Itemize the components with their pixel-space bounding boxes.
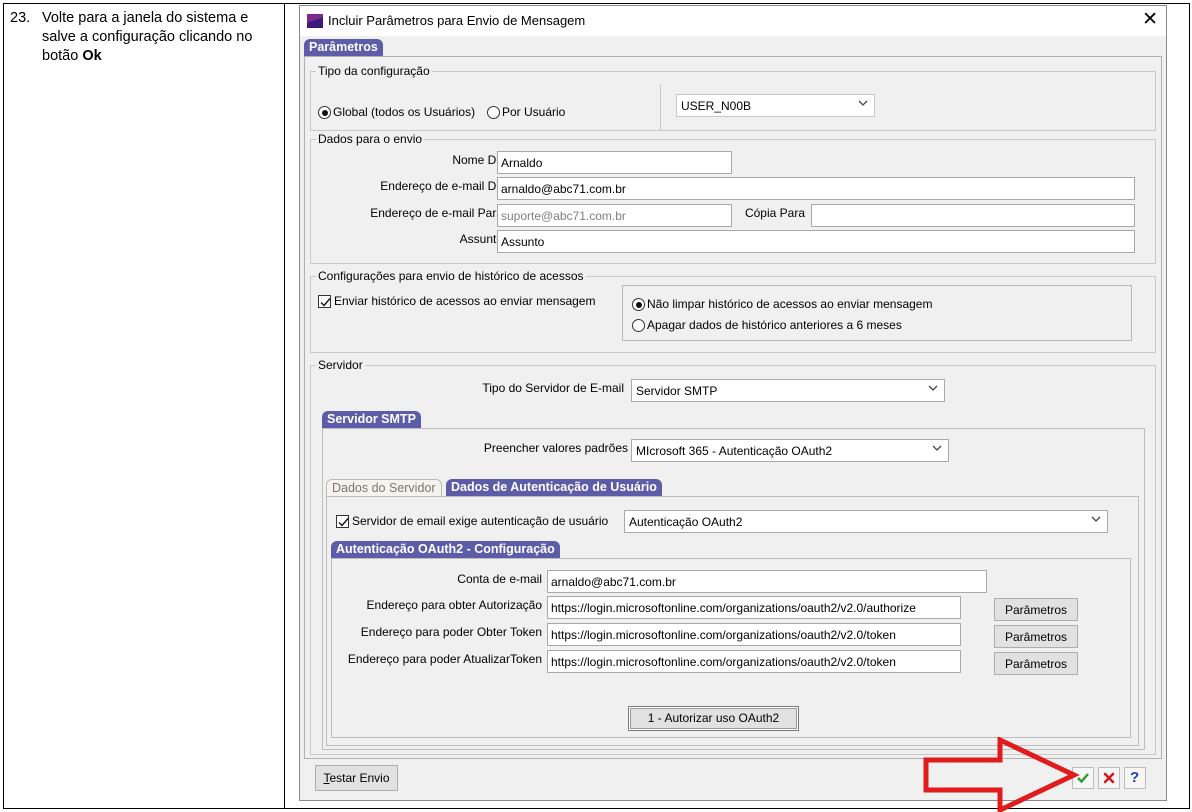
chevron-down-icon xyxy=(932,445,942,451)
testar-envio-label: estar Envio xyxy=(329,771,390,785)
parametros-token-button[interactable]: Parâmetros xyxy=(994,625,1078,648)
help-button[interactable]: ? xyxy=(1124,767,1146,789)
radio-por-usuario[interactable]: Por Usuário xyxy=(487,105,565,119)
exige-autenticacao-box xyxy=(336,515,349,528)
nome-de-input[interactable]: Arnaldo xyxy=(497,151,732,174)
close-icon[interactable]: ✕ xyxy=(1142,10,1158,30)
servidor-legend: Servidor xyxy=(316,358,365,372)
chevron-down-icon xyxy=(858,100,868,106)
instruction-bold-ok: Ok xyxy=(82,48,102,64)
radio-nao-limpar-label: Não limpar histórico de acessos ao envia… xyxy=(647,297,933,311)
conta-email-label: Conta de e-mail xyxy=(457,572,542,586)
checkmark-icon xyxy=(320,298,331,307)
copia-para-input[interactable] xyxy=(811,204,1135,227)
cancel-button[interactable] xyxy=(1098,767,1120,789)
atualizar-token-label: Endereço para poder AtualizarToken xyxy=(347,652,542,666)
autorizacao-label: Endereço para obter Autorização xyxy=(366,598,542,612)
obter-token-input[interactable]: https://login.microsoftonline.com/organi… xyxy=(547,623,961,646)
exige-autenticacao-checkbox[interactable]: Servidor de email exige autenticação de … xyxy=(336,514,608,528)
enviar-historico-label: Enviar histórico de acessos ao enviar me… xyxy=(334,294,596,308)
tab-dados-servidor[interactable]: Dados do Servidor xyxy=(326,479,442,496)
radio-apagar-label: Apagar dados de histórico anteriores a 6… xyxy=(647,318,902,332)
historico-group: Configurações para envio de histórico de… xyxy=(310,269,1156,353)
radio-por-usuario-indicator xyxy=(487,106,500,119)
tipo-config-legend: Tipo da configuração xyxy=(316,64,432,78)
tab-dados-autenticacao[interactable]: Dados de Autenticação de Usuário xyxy=(446,479,662,496)
radio-global[interactable]: Global (todos os Usuários) xyxy=(318,105,475,119)
email-para-label: Endereço de e-mail Para xyxy=(370,206,503,220)
email-de-input[interactable]: arnaldo@abc71.com.br xyxy=(497,177,1135,200)
instruction-body: Volte para a janela do sistema e salve a… xyxy=(42,10,253,64)
radio-global-indicator xyxy=(318,106,331,119)
servidor-group: Servidor Tipo do Servidor de E-mail Serv… xyxy=(310,358,1156,755)
app-logo-icon xyxy=(307,14,323,28)
preencher-combo[interactable]: MIcrosoft 365 - Autenticação OAuth2 xyxy=(631,439,949,462)
step-number: 23. xyxy=(10,10,31,26)
cancel-x-icon xyxy=(1103,772,1115,784)
dados-envio-group: Dados para o envio Nome De Arnaldo Ender… xyxy=(310,132,1156,264)
historico-options-frame: Não limpar histórico de acessos ao envia… xyxy=(622,285,1132,341)
radio-nao-limpar-indicator xyxy=(632,298,645,311)
tipo-servidor-label: Tipo do Servidor de E-mail xyxy=(482,381,624,395)
parametros-atualizar-button[interactable]: Parâmetros xyxy=(994,652,1078,675)
instruction-text: Volte para a janela do sistema e salve a… xyxy=(42,9,278,66)
tab-servidor-smtp[interactable]: Servidor SMTP xyxy=(322,411,421,428)
tipo-config-group: Tipo da configuração Global (todos os Us… xyxy=(310,64,1156,131)
dialog-title: Incluir Parâmetros para Envio de Mensage… xyxy=(328,13,586,28)
dialog-window: Incluir Parâmetros para Envio de Mensage… xyxy=(299,5,1167,801)
preencher-value: MIcrosoft 365 - Autenticação OAuth2 xyxy=(636,444,833,458)
parametros-autorizacao-button[interactable]: Parâmetros xyxy=(994,598,1078,621)
checkmark-icon xyxy=(338,518,349,527)
tab-parametros[interactable]: Parâmetros xyxy=(304,39,383,56)
user-combo-value: USER_N00B xyxy=(681,99,752,113)
dados-envio-legend: Dados para o envio xyxy=(316,132,425,146)
radio-nao-limpar[interactable]: Não limpar histórico de acessos ao envia… xyxy=(632,297,932,311)
enviar-historico-box xyxy=(318,295,331,308)
testar-envio-button[interactable]: Testar Envio xyxy=(315,765,398,791)
dialog-titlebar: Incluir Parâmetros para Envio de Mensage… xyxy=(300,6,1166,36)
red-arrow-annotation xyxy=(923,737,1080,812)
auth-type-value: Autenticação OAuth2 xyxy=(629,515,743,529)
question-icon: ? xyxy=(1130,769,1140,786)
copia-para-label: Cópia Para xyxy=(744,206,805,220)
tipo-servidor-value: Servidor SMTP xyxy=(636,384,718,398)
enviar-historico-checkbox[interactable]: Enviar histórico de acessos ao enviar me… xyxy=(318,294,595,308)
nome-de-label: Nome De xyxy=(452,153,503,167)
radio-por-usuario-label: Por Usuário xyxy=(502,105,566,119)
email-de-label: Endereço de e-mail De xyxy=(380,179,503,193)
historico-legend: Configurações para envio de histórico de… xyxy=(316,269,586,283)
obter-token-label: Endereço para poder Obter Token xyxy=(360,625,542,639)
radio-apagar-indicator xyxy=(632,319,645,332)
preencher-label: Preencher valores padrões xyxy=(483,441,628,455)
user-combo[interactable]: USER_N00B xyxy=(676,94,875,117)
table-column-divider xyxy=(284,4,285,808)
assunto-input[interactable]: Assunto xyxy=(497,230,1135,253)
email-para-input[interactable]: suporte@abc71.com.br xyxy=(497,204,732,227)
radio-apagar[interactable]: Apagar dados de histórico anteriores a 6… xyxy=(632,318,902,332)
exige-autenticacao-label: Servidor de email exige autenticação de … xyxy=(352,514,609,528)
conta-email-input[interactable]: arnaldo@abc71.com.br xyxy=(547,570,987,593)
chevron-down-icon xyxy=(1091,516,1101,522)
atualizar-token-input[interactable]: https://login.microsoftonline.com/organi… xyxy=(547,650,961,673)
tipo-servidor-combo[interactable]: Servidor SMTP xyxy=(631,379,945,402)
auth-type-combo[interactable]: Autenticação OAuth2 xyxy=(624,510,1108,533)
tipo-config-divider xyxy=(660,84,661,131)
radio-global-label: Global (todos os Usuários) xyxy=(333,105,476,119)
chevron-down-icon xyxy=(928,385,938,391)
autorizacao-input[interactable]: https://login.microsoftonline.com/organi… xyxy=(547,596,961,619)
tab-oauth2-config[interactable]: Autenticação OAuth2 - Configuração xyxy=(331,541,560,558)
autorizar-oauth2-button[interactable]: 1 - Autorizar uso OAuth2 xyxy=(628,706,799,731)
